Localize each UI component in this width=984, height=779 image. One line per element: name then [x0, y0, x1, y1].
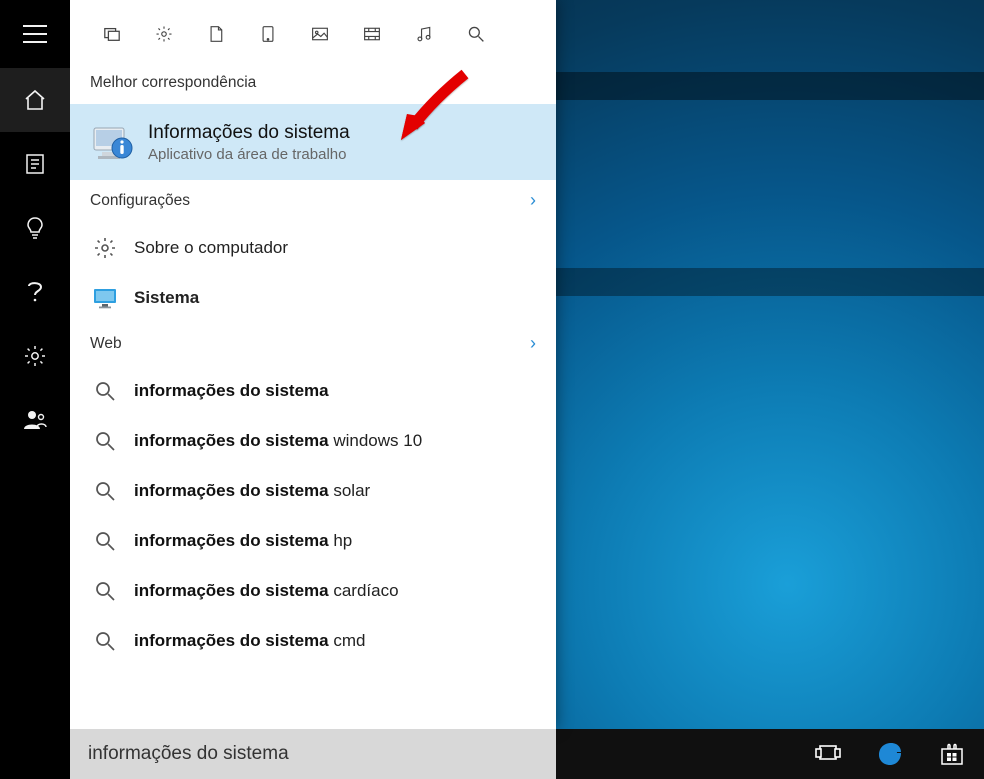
result-label: informações do sistema cmd	[134, 631, 365, 651]
section-best-match-header: Melhor correspondência	[70, 68, 556, 104]
question-icon	[26, 280, 44, 304]
chevron-right-icon: ›	[530, 190, 536, 211]
result-label: informações do sistema cardíaco	[134, 581, 399, 601]
chevron-right-icon: ›	[530, 333, 536, 354]
web-result-item[interactable]: informações do sistema solar	[70, 466, 556, 516]
gear-icon	[23, 344, 47, 368]
user-icon	[23, 409, 47, 431]
hamburger-button[interactable]	[0, 0, 70, 68]
edge-button[interactable]	[862, 729, 918, 779]
filter-row	[70, 0, 556, 68]
search-scope-rail	[0, 0, 70, 779]
hamburger-icon	[23, 24, 47, 44]
store-icon	[939, 741, 965, 767]
web-result-item[interactable]: informações do sistema windows 10	[70, 416, 556, 466]
section-settings-label: Configurações	[90, 192, 190, 210]
monitor-icon	[92, 285, 118, 311]
search-icon	[92, 428, 118, 454]
web-result-item[interactable]: informações do sistema cmd	[70, 616, 556, 666]
filter-document-icon[interactable]	[204, 22, 228, 46]
result-label: informações do sistema windows 10	[134, 431, 422, 451]
rail-home[interactable]	[0, 68, 70, 132]
best-match-subtitle: Aplicativo da área de trabalho	[148, 146, 350, 163]
section-web-label: Web	[90, 335, 122, 353]
best-match-title: Informações do sistema	[148, 122, 350, 144]
rail-user[interactable]	[0, 388, 70, 452]
gear-icon	[92, 235, 118, 261]
filter-apps-icon[interactable]	[100, 22, 124, 46]
result-label: informações do sistema hp	[134, 531, 352, 551]
search-icon	[92, 478, 118, 504]
rail-help[interactable]	[0, 260, 70, 324]
taskview-button[interactable]	[800, 729, 856, 779]
section-web-header[interactable]: Web ›	[70, 323, 556, 366]
notes-icon	[24, 153, 46, 175]
cortana-search-panel: Melhor correspondência Informações do si…	[70, 0, 556, 729]
filter-search-icon[interactable]	[464, 22, 488, 46]
search-icon	[92, 378, 118, 404]
web-result-item[interactable]: informações do sistema cardíaco	[70, 566, 556, 616]
filter-web-icon[interactable]	[256, 22, 280, 46]
search-icon	[92, 628, 118, 654]
filter-music-icon[interactable]	[412, 22, 436, 46]
home-icon	[23, 88, 47, 112]
web-result-item[interactable]: informações do sistema hp	[70, 516, 556, 566]
settings-result-item[interactable]: Sobre o computador	[70, 223, 556, 273]
rail-settings[interactable]	[0, 324, 70, 388]
web-result-item[interactable]: informações do sistema	[70, 366, 556, 416]
rail-notes[interactable]	[0, 132, 70, 196]
settings-result-item[interactable]: Sistema	[70, 273, 556, 323]
filter-settings-icon[interactable]	[152, 22, 176, 46]
section-best-match-label: Melhor correspondência	[90, 74, 256, 92]
result-label: Sobre o computador	[134, 238, 288, 258]
result-label: Sistema	[134, 288, 199, 308]
edge-icon	[875, 739, 905, 769]
taskview-icon	[815, 743, 841, 765]
filter-photo-icon[interactable]	[308, 22, 332, 46]
section-settings-header[interactable]: Configurações ›	[70, 180, 556, 223]
system-info-icon	[90, 120, 134, 164]
filter-video-icon[interactable]	[360, 22, 384, 46]
best-match-item[interactable]: Informações do sistema Aplicativo da áre…	[70, 104, 556, 180]
search-icon	[92, 578, 118, 604]
rail-tip[interactable]	[0, 196, 70, 260]
search-input-wrapper[interactable]	[70, 729, 556, 779]
result-label: informações do sistema	[134, 381, 329, 401]
result-label: informações do sistema solar	[134, 481, 370, 501]
search-icon	[92, 528, 118, 554]
lightbulb-icon	[24, 216, 46, 240]
store-button[interactable]	[924, 729, 980, 779]
search-input[interactable]	[88, 729, 538, 779]
